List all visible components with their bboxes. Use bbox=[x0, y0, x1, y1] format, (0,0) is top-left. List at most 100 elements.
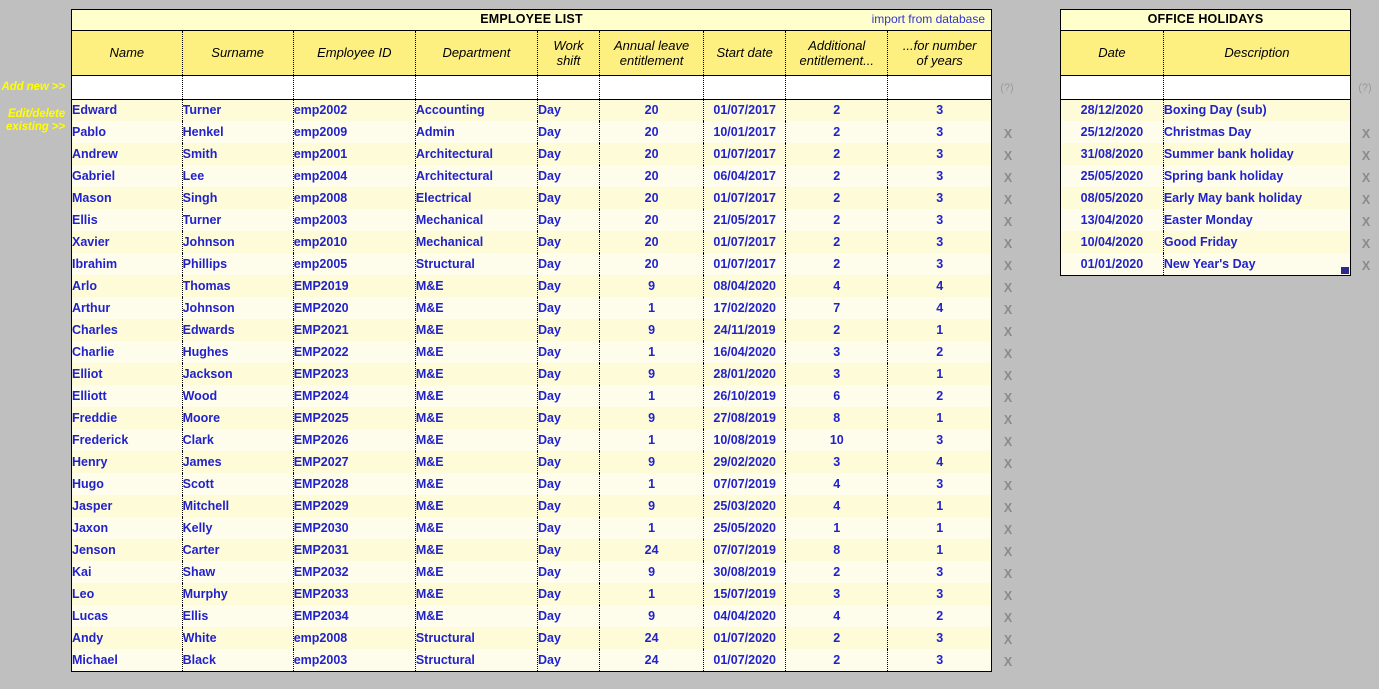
employee-cell-department[interactable]: Mechanical bbox=[415, 209, 538, 231]
employee-cell-start[interactable]: 16/04/2020 bbox=[703, 341, 787, 363]
employee-cell-surname[interactable]: Shaw bbox=[182, 561, 294, 583]
employee-cell-years[interactable]: 3 bbox=[887, 561, 991, 583]
employee-cell-department[interactable]: M&E bbox=[415, 473, 538, 495]
table-row[interactable]: Jaxon Kelly EMP2030 M&E Day 1 25/05/2020 1 1 bbox=[72, 517, 991, 539]
employee-cell-shift[interactable]: Day bbox=[537, 539, 601, 561]
employee-cell-name[interactable]: Charlie bbox=[72, 341, 183, 363]
employee-cell-surname[interactable]: Turner bbox=[182, 209, 294, 231]
employee-cell-surname[interactable]: Henkel bbox=[182, 121, 294, 143]
employee-cell-id[interactable]: EMP2033 bbox=[293, 583, 416, 605]
employee-new-entry-cell-6[interactable] bbox=[703, 75, 787, 100]
employee-cell-surname[interactable]: Mitchell bbox=[182, 495, 294, 517]
employee-cell-name[interactable]: Hugo bbox=[72, 473, 183, 495]
holiday-cell-description[interactable]: Christmas Day bbox=[1163, 121, 1350, 143]
employee-cell-name[interactable]: Elliott bbox=[72, 385, 183, 407]
employee-cell-start[interactable]: 04/04/2020 bbox=[703, 605, 787, 627]
employee-cell-years[interactable]: 2 bbox=[887, 385, 991, 407]
employee-cell-start[interactable]: 07/07/2019 bbox=[703, 473, 787, 495]
list-item[interactable]: 25/05/2020 Spring bank holiday bbox=[1061, 165, 1350, 187]
employee-cell-id[interactable]: emp2005 bbox=[293, 253, 416, 275]
employee-cell-leave[interactable]: 24 bbox=[599, 627, 705, 649]
employee-cell-start[interactable]: 17/02/2020 bbox=[703, 297, 787, 319]
employee-cell-department[interactable]: M&E bbox=[415, 451, 538, 473]
holiday-new-entry-cell-0[interactable] bbox=[1061, 75, 1164, 100]
table-row[interactable]: Henry James EMP2027 M&E Day 9 29/02/2020 3 4 bbox=[72, 451, 991, 473]
table-row[interactable]: Arlo Thomas EMP2019 M&E Day 9 08/04/2020 4 4 bbox=[72, 275, 991, 297]
employee-cell-years[interactable]: 3 bbox=[887, 429, 991, 451]
list-item[interactable]: 13/04/2020 Easter Monday bbox=[1061, 209, 1350, 231]
employee-cell-department[interactable]: M&E bbox=[415, 297, 538, 319]
delete-holiday-button-6[interactable]: X bbox=[1354, 233, 1378, 255]
holiday-cell-date[interactable]: 28/12/2020 bbox=[1061, 99, 1164, 121]
employee-cell-shift[interactable]: Day bbox=[537, 165, 601, 187]
employee-cell-leave[interactable]: 20 bbox=[599, 165, 705, 187]
employee-cell-additional[interactable]: 2 bbox=[785, 649, 889, 671]
employee-cell-start[interactable]: 27/08/2019 bbox=[703, 407, 787, 429]
employee-cell-leave[interactable]: 9 bbox=[599, 495, 705, 517]
table-row[interactable]: Jenson Carter EMP2031 M&E Day 24 07/07/2019 8 1 bbox=[72, 539, 991, 561]
employee-cell-years[interactable]: 4 bbox=[887, 275, 991, 297]
employee-cell-id[interactable]: emp2003 bbox=[293, 209, 416, 231]
holiday-cell-description[interactable]: Boxing Day (sub) bbox=[1163, 99, 1350, 121]
employee-cell-leave[interactable]: 20 bbox=[599, 187, 705, 209]
employee-cell-start[interactable]: 15/07/2019 bbox=[703, 583, 787, 605]
employee-cell-id[interactable]: EMP2021 bbox=[293, 319, 416, 341]
employee-cell-shift[interactable]: Day bbox=[537, 583, 601, 605]
delete-employee-button-3[interactable]: X bbox=[996, 167, 1020, 189]
delete-employee-button-7[interactable]: X bbox=[996, 255, 1020, 277]
employee-cell-surname[interactable]: Phillips bbox=[182, 253, 294, 275]
table-row[interactable]: Charles Edwards EMP2021 M&E Day 9 24/11/2019 2 1 bbox=[72, 319, 991, 341]
employee-cell-name[interactable]: Lucas bbox=[72, 605, 183, 627]
employee-cell-surname[interactable]: Scott bbox=[182, 473, 294, 495]
employee-cell-additional[interactable]: 4 bbox=[785, 473, 889, 495]
employee-cell-name[interactable]: Andrew bbox=[72, 143, 183, 165]
delete-employee-button-15[interactable]: X bbox=[996, 431, 1020, 453]
employee-cell-leave[interactable]: 1 bbox=[599, 517, 705, 539]
employee-cell-start[interactable]: 06/04/2017 bbox=[703, 165, 787, 187]
employee-cell-start[interactable]: 01/07/2020 bbox=[703, 627, 787, 649]
employee-cell-years[interactable]: 3 bbox=[887, 231, 991, 253]
employee-cell-department[interactable]: M&E bbox=[415, 385, 538, 407]
delete-employee-button-14[interactable]: X bbox=[996, 409, 1020, 431]
employee-cell-department[interactable]: M&E bbox=[415, 561, 538, 583]
employee-cell-department[interactable]: M&E bbox=[415, 341, 538, 363]
employee-cell-additional[interactable]: 2 bbox=[785, 99, 889, 121]
employee-cell-years[interactable]: 3 bbox=[887, 99, 991, 121]
employee-cell-years[interactable]: 1 bbox=[887, 539, 991, 561]
table-row[interactable]: Ibrahim Phillips emp2005 Structural Day 20 01/… bbox=[72, 253, 991, 275]
employee-cell-additional[interactable]: 8 bbox=[785, 539, 889, 561]
employee-cell-shift[interactable]: Day bbox=[537, 649, 601, 671]
employee-cell-years[interactable]: 3 bbox=[887, 209, 991, 231]
delete-employee-button-8[interactable]: X bbox=[996, 277, 1020, 299]
employee-cell-name[interactable]: Edward bbox=[72, 99, 183, 121]
delete-holiday-button-3[interactable]: X bbox=[1354, 167, 1378, 189]
employee-cell-start[interactable]: 26/10/2019 bbox=[703, 385, 787, 407]
employee-cell-id[interactable]: EMP2029 bbox=[293, 495, 416, 517]
employee-cell-years[interactable]: 3 bbox=[887, 627, 991, 649]
employee-cell-shift[interactable]: Day bbox=[537, 209, 601, 231]
delete-employee-button-2[interactable]: X bbox=[996, 145, 1020, 167]
employee-new-entry-cell-3[interactable] bbox=[415, 75, 538, 100]
employee-cell-department[interactable]: M&E bbox=[415, 539, 538, 561]
employee-cell-additional[interactable]: 4 bbox=[785, 275, 889, 297]
employee-cell-department[interactable]: M&E bbox=[415, 495, 538, 517]
list-item[interactable]: 28/12/2020 Boxing Day (sub) bbox=[1061, 99, 1350, 121]
delete-employee-button-6[interactable]: X bbox=[996, 233, 1020, 255]
employee-cell-years[interactable]: 2 bbox=[887, 341, 991, 363]
employee-cell-department[interactable]: Admin bbox=[415, 121, 538, 143]
employee-cell-surname[interactable]: James bbox=[182, 451, 294, 473]
delete-employee-button-17[interactable]: X bbox=[996, 475, 1020, 497]
employee-new-entry-cell-2[interactable] bbox=[293, 75, 416, 100]
employee-cell-additional[interactable]: 2 bbox=[785, 627, 889, 649]
employee-cell-leave[interactable]: 1 bbox=[599, 341, 705, 363]
delete-employee-button-18[interactable]: X bbox=[996, 497, 1020, 519]
employee-cell-start[interactable]: 01/07/2017 bbox=[703, 99, 787, 121]
employee-cell-years[interactable]: 3 bbox=[887, 121, 991, 143]
holiday-cell-description[interactable]: Spring bank holiday bbox=[1163, 165, 1350, 187]
employee-cell-additional[interactable]: 10 bbox=[785, 429, 889, 451]
employee-cell-surname[interactable]: Johnson bbox=[182, 231, 294, 253]
employee-cell-years[interactable]: 1 bbox=[887, 495, 991, 517]
employee-cell-name[interactable]: Leo bbox=[72, 583, 183, 605]
delete-employee-button-20[interactable]: X bbox=[996, 541, 1020, 563]
employee-cell-id[interactable]: emp2004 bbox=[293, 165, 416, 187]
